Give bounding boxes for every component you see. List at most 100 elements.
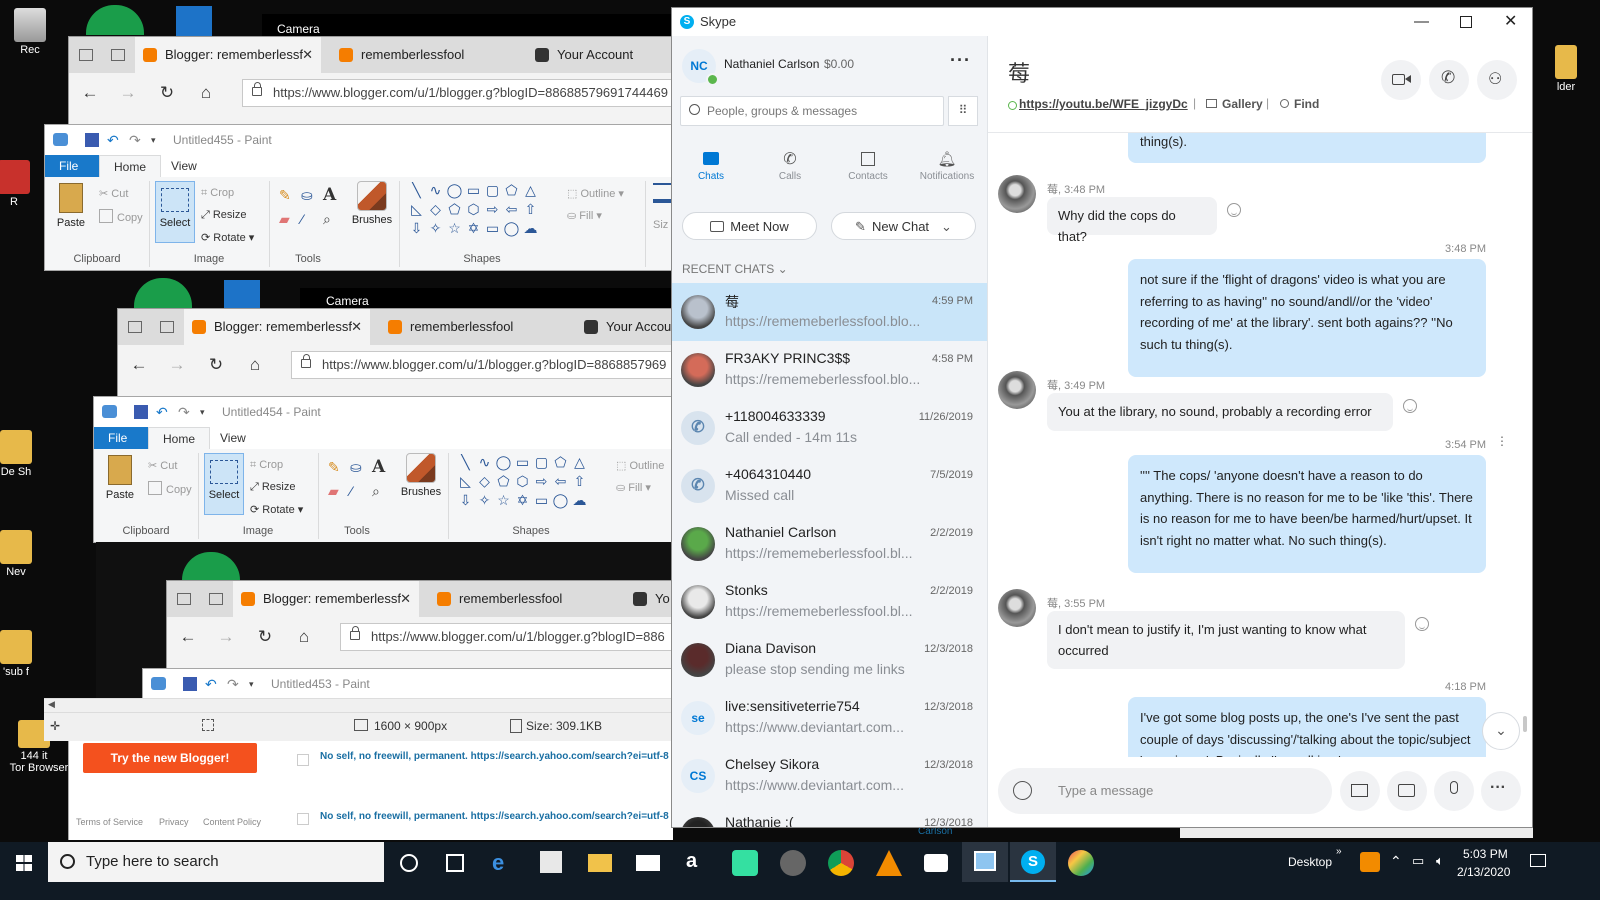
undo-icon[interactable]: ↶ (107, 133, 121, 147)
four-point-star-icon[interactable]: ✧ (426, 219, 445, 238)
tab-view[interactable]: View (206, 427, 260, 449)
chat-list-item[interactable]: 莓 https://rememeberlessfool.blo... 4:59 PM (672, 283, 987, 341)
magnifier-tool[interactable]: ⌕ (372, 483, 380, 500)
clock-time[interactable]: 5:03 PM (1463, 847, 1508, 861)
amazon-icon[interactable]: a (686, 850, 712, 876)
crop-button[interactable]: ⌗ Crop (250, 459, 283, 472)
triangle-shape-icon[interactable]: △ (570, 453, 589, 472)
find-link[interactable]: Find (1280, 97, 1319, 111)
forward-button[interactable]: → (116, 81, 140, 105)
message-options-icon[interactable]: ⋮ (1496, 435, 1508, 447)
edge-icon[interactable]: e (492, 850, 518, 876)
post-title[interactable]: No self, no freewill, permanent. https:/… (320, 811, 669, 822)
magnifier-tool[interactable]: ⌕ (323, 211, 331, 228)
right-arrow-shape-icon[interactable]: ⇨ (483, 200, 502, 219)
address-bar[interactable]: https://www.blogger.com/u/1/blogger.g?bl… (291, 351, 673, 379)
chrome-icon[interactable] (828, 850, 854, 876)
save-icon[interactable] (183, 677, 197, 691)
back-button[interactable]: ← (176, 625, 200, 649)
five-point-star-icon[interactable]: ☆ (494, 491, 513, 510)
undo-icon[interactable]: ↶ (156, 405, 170, 419)
refresh-button[interactable]: ↻ (253, 625, 277, 649)
network-icon[interactable]: ▭ (1412, 853, 1424, 869)
tab-home[interactable]: Home (99, 155, 162, 177)
chat-list-item[interactable]: FR3AKY PRINC3$$ https://rememeberlessfool… (672, 341, 987, 399)
vlc-icon[interactable] (876, 850, 902, 876)
save-icon[interactable] (134, 405, 148, 419)
tab-file[interactable]: File (94, 427, 148, 449)
address-bar[interactable]: https://www.blogger.com/u/1/blogger.g?bl… (242, 79, 673, 107)
home-button[interactable]: ⌂ (194, 81, 218, 105)
tab-rememberlessfool[interactable]: rememberlessfool (380, 309, 570, 345)
rounded-rect-shape-icon[interactable]: ▢ (483, 181, 502, 200)
polygon-shape-icon[interactable]: ⬠ (502, 181, 521, 200)
incoming-message[interactable]: You at the library, no sound, probably a… (1047, 393, 1393, 431)
more-options-icon[interactable]: ··· (950, 50, 971, 71)
dialpad-button[interactable]: ⠿ (948, 96, 978, 126)
more-actions-button[interactable]: ··· (1481, 771, 1521, 811)
tab-actions-icon[interactable] (79, 49, 93, 61)
line-shape-icon[interactable]: ╲ (407, 181, 426, 200)
gallery-link[interactable]: Gallery (1206, 97, 1263, 111)
redo-icon[interactable]: ↷ (178, 405, 192, 419)
chat-list-item[interactable]: CS Chelsey Sikora https://www.deviantart.c… (672, 747, 987, 805)
diamond-shape-icon[interactable]: ◇ (426, 200, 445, 219)
text-tool[interactable]: A (323, 185, 336, 205)
select-button[interactable]: Select (204, 453, 244, 515)
rotate-button[interactable]: ⟳ Rotate ▾ (250, 503, 303, 516)
brushes-button[interactable]: Brushes (400, 453, 442, 498)
add-reaction-icon[interactable] (1403, 399, 1417, 413)
chat-list-item[interactable]: Nathanie :(12/3/2018 (672, 805, 987, 827)
tab-your-account[interactable]: Yo (625, 581, 673, 617)
clock-date[interactable]: 2/13/2020 (1457, 865, 1510, 879)
redo-icon[interactable]: ↷ (129, 133, 143, 147)
desktop-toolbar-label[interactable]: Desktop (1288, 855, 1332, 869)
curve-shape-icon[interactable]: ∿ (475, 453, 494, 472)
close-tab-icon[interactable]: ✕ (302, 37, 313, 73)
rounded-rect-shape-icon[interactable]: ▢ (532, 453, 551, 472)
quick-access-dropdown-icon[interactable]: ▾ (151, 125, 156, 155)
polygon-shape-icon[interactable]: ⬠ (551, 453, 570, 472)
callout-oval-icon[interactable]: ◯ (551, 491, 570, 510)
color-picker-tool[interactable]: ⁄ (350, 483, 352, 499)
recent-chats-header[interactable]: RECENT CHATS ⌄ (682, 262, 788, 276)
contact-card-button[interactable] (1387, 771, 1427, 811)
copy-button[interactable]: Copy (148, 481, 192, 496)
emoji-icon[interactable] (1013, 781, 1032, 800)
redo-icon[interactable]: ↷ (227, 677, 241, 691)
eraser-tool[interactable]: ▰ (328, 483, 339, 500)
message-scrollbar[interactable] (1523, 716, 1527, 732)
outgoing-message[interactable]: I've got some blog posts up, the one's I… (1128, 697, 1486, 757)
close-tab-icon[interactable]: ✕ (351, 309, 362, 345)
maximize-button[interactable] (1460, 16, 1472, 28)
set-aside-tabs-icon[interactable] (160, 321, 174, 333)
contact-name[interactable]: 莓 (1008, 56, 1030, 88)
tab-view[interactable]: View (157, 155, 211, 177)
tab-blogger[interactable]: Blogger: rememberlessf ✕ (135, 37, 321, 73)
tab-chats[interactable]: Chats (672, 152, 750, 182)
show-hidden-icons-icon[interactable]: ⌃ (1390, 853, 1402, 870)
sender-avatar[interactable] (998, 371, 1036, 409)
rotate-button[interactable]: ⟳ Rotate ▾ (201, 231, 254, 244)
tab-home[interactable]: Home (148, 427, 211, 449)
fill-tool[interactable]: ⛀ (350, 459, 362, 476)
compose-box[interactable]: Type a message (998, 768, 1332, 814)
size-button[interactable]: Siz (653, 183, 671, 231)
back-button[interactable]: ← (127, 353, 151, 377)
close-tab-icon[interactable]: ✕ (400, 581, 411, 617)
up-arrow-shape-icon[interactable]: ⇧ (521, 200, 540, 219)
paste-button[interactable]: Paste (55, 183, 87, 229)
header-link[interactable]: https://youtu.be/WFE_jizgyDc (1019, 97, 1188, 111)
audio-call-button[interactable]: ✆ (1429, 60, 1469, 100)
callout-rect-icon[interactable]: ▭ (483, 219, 502, 238)
six-point-star-icon[interactable]: ✡ (464, 219, 483, 238)
profile-balance[interactable]: $0.00 (824, 57, 854, 71)
desktop-icon-sub[interactable]: 'sub f (0, 630, 42, 678)
media-gallery-button[interactable] (1340, 771, 1380, 811)
five-point-star-icon[interactable]: ☆ (445, 219, 464, 238)
forward-button[interactable]: → (165, 353, 189, 377)
taskbar-skype-button[interactable]: S (1010, 842, 1056, 882)
tripadvisor-icon[interactable] (732, 850, 758, 876)
tab-contacts[interactable]: Contacts (829, 152, 907, 182)
save-icon[interactable] (85, 133, 99, 147)
